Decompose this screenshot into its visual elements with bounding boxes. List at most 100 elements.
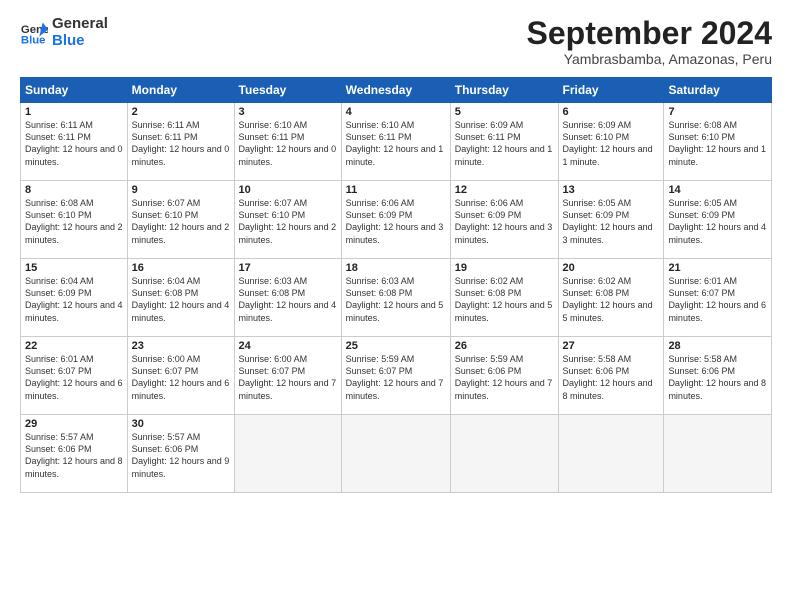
calendar-day-cell: 17 Sunrise: 6:03 AM Sunset: 6:08 PM Dayl… (234, 259, 341, 337)
calendar-day-cell: 30 Sunrise: 5:57 AM Sunset: 6:06 PM Dayl… (127, 415, 234, 493)
day-number: 6 (563, 106, 660, 118)
day-info: Sunrise: 6:11 AM Sunset: 6:11 PM Dayligh… (25, 119, 123, 168)
day-number: 30 (132, 418, 230, 430)
day-info: Sunrise: 5:58 AM Sunset: 6:06 PM Dayligh… (668, 353, 767, 402)
day-info: Sunrise: 6:06 AM Sunset: 6:09 PM Dayligh… (346, 197, 446, 246)
page: General Blue General Blue September 2024… (0, 0, 792, 612)
calendar-week-row: 15 Sunrise: 6:04 AM Sunset: 6:09 PM Dayl… (21, 259, 772, 337)
day-number: 24 (239, 340, 337, 352)
day-number: 16 (132, 262, 230, 274)
day-number: 22 (25, 340, 123, 352)
day-number: 19 (455, 262, 554, 274)
day-info: Sunrise: 6:01 AM Sunset: 6:07 PM Dayligh… (25, 353, 123, 402)
day-number: 9 (132, 184, 230, 196)
calendar-day-cell: 9 Sunrise: 6:07 AM Sunset: 6:10 PM Dayli… (127, 181, 234, 259)
day-info: Sunrise: 6:07 AM Sunset: 6:10 PM Dayligh… (239, 197, 337, 246)
day-info: Sunrise: 6:10 AM Sunset: 6:11 PM Dayligh… (239, 119, 337, 168)
day-number: 3 (239, 106, 337, 118)
day-number: 17 (239, 262, 337, 274)
calendar-table: Sunday Monday Tuesday Wednesday Thursday… (20, 77, 772, 493)
day-info: Sunrise: 5:58 AM Sunset: 6:06 PM Dayligh… (563, 353, 660, 402)
day-number: 18 (346, 262, 446, 274)
day-number: 1 (25, 106, 123, 118)
calendar-day-cell: 10 Sunrise: 6:07 AM Sunset: 6:10 PM Dayl… (234, 181, 341, 259)
day-number: 7 (668, 106, 767, 118)
col-monday: Monday (127, 78, 234, 103)
calendar-day-cell: 6 Sunrise: 6:09 AM Sunset: 6:10 PM Dayli… (558, 103, 664, 181)
calendar-day-cell: 7 Sunrise: 6:08 AM Sunset: 6:10 PM Dayli… (664, 103, 772, 181)
day-info: Sunrise: 6:02 AM Sunset: 6:08 PM Dayligh… (563, 275, 660, 324)
logo: General Blue General Blue (20, 16, 108, 49)
calendar-day-cell: 24 Sunrise: 6:00 AM Sunset: 6:07 PM Dayl… (234, 337, 341, 415)
day-number: 23 (132, 340, 230, 352)
day-info: Sunrise: 6:09 AM Sunset: 6:10 PM Dayligh… (563, 119, 660, 168)
header: General Blue General Blue September 2024… (20, 16, 772, 67)
calendar-day-cell: 19 Sunrise: 6:02 AM Sunset: 6:08 PM Dayl… (450, 259, 558, 337)
day-info: Sunrise: 6:09 AM Sunset: 6:11 PM Dayligh… (455, 119, 554, 168)
day-info: Sunrise: 6:11 AM Sunset: 6:11 PM Dayligh… (132, 119, 230, 168)
calendar-week-row: 22 Sunrise: 6:01 AM Sunset: 6:07 PM Dayl… (21, 337, 772, 415)
calendar-week-row: 8 Sunrise: 6:08 AM Sunset: 6:10 PM Dayli… (21, 181, 772, 259)
day-info: Sunrise: 5:59 AM Sunset: 6:06 PM Dayligh… (455, 353, 554, 402)
day-number: 10 (239, 184, 337, 196)
calendar-day-cell: 15 Sunrise: 6:04 AM Sunset: 6:09 PM Dayl… (21, 259, 128, 337)
calendar-day-cell: 16 Sunrise: 6:04 AM Sunset: 6:08 PM Dayl… (127, 259, 234, 337)
day-number: 26 (455, 340, 554, 352)
day-info: Sunrise: 6:03 AM Sunset: 6:08 PM Dayligh… (239, 275, 337, 324)
col-saturday: Saturday (664, 78, 772, 103)
day-info: Sunrise: 6:08 AM Sunset: 6:10 PM Dayligh… (25, 197, 123, 246)
day-info: Sunrise: 6:08 AM Sunset: 6:10 PM Dayligh… (668, 119, 767, 168)
calendar-day-cell: 20 Sunrise: 6:02 AM Sunset: 6:08 PM Dayl… (558, 259, 664, 337)
calendar-day-cell: 27 Sunrise: 5:58 AM Sunset: 6:06 PM Dayl… (558, 337, 664, 415)
month-title: September 2024 (527, 16, 772, 51)
calendar-day-cell: 12 Sunrise: 6:06 AM Sunset: 6:09 PM Dayl… (450, 181, 558, 259)
day-number: 2 (132, 106, 230, 118)
calendar-day-cell: 25 Sunrise: 5:59 AM Sunset: 6:07 PM Dayl… (341, 337, 450, 415)
col-thursday: Thursday (450, 78, 558, 103)
day-number: 8 (25, 184, 123, 196)
calendar-day-cell: 21 Sunrise: 6:01 AM Sunset: 6:07 PM Dayl… (664, 259, 772, 337)
day-info: Sunrise: 6:07 AM Sunset: 6:10 PM Dayligh… (132, 197, 230, 246)
title-block: September 2024 Yambrasbamba, Amazonas, P… (527, 16, 772, 67)
day-info: Sunrise: 5:59 AM Sunset: 6:07 PM Dayligh… (346, 353, 446, 402)
day-number: 12 (455, 184, 554, 196)
calendar-day-cell: 13 Sunrise: 6:05 AM Sunset: 6:09 PM Dayl… (558, 181, 664, 259)
day-number: 4 (346, 106, 446, 118)
day-info: Sunrise: 6:02 AM Sunset: 6:08 PM Dayligh… (455, 275, 554, 324)
day-info: Sunrise: 6:01 AM Sunset: 6:07 PM Dayligh… (668, 275, 767, 324)
calendar-day-cell: 11 Sunrise: 6:06 AM Sunset: 6:09 PM Dayl… (341, 181, 450, 259)
day-number: 11 (346, 184, 446, 196)
svg-text:Blue: Blue (21, 34, 46, 46)
day-info: Sunrise: 6:05 AM Sunset: 6:09 PM Dayligh… (563, 197, 660, 246)
calendar-day-cell: 22 Sunrise: 6:01 AM Sunset: 6:07 PM Dayl… (21, 337, 128, 415)
calendar-week-row: 1 Sunrise: 6:11 AM Sunset: 6:11 PM Dayli… (21, 103, 772, 181)
calendar-day-cell: 3 Sunrise: 6:10 AM Sunset: 6:11 PM Dayli… (234, 103, 341, 181)
col-wednesday: Wednesday (341, 78, 450, 103)
day-number: 25 (346, 340, 446, 352)
day-number: 14 (668, 184, 767, 196)
day-info: Sunrise: 6:04 AM Sunset: 6:09 PM Dayligh… (25, 275, 123, 324)
calendar-day-cell: 26 Sunrise: 5:59 AM Sunset: 6:06 PM Dayl… (450, 337, 558, 415)
day-number: 13 (563, 184, 660, 196)
subtitle: Yambrasbamba, Amazonas, Peru (527, 51, 772, 67)
day-info: Sunrise: 6:10 AM Sunset: 6:11 PM Dayligh… (346, 119, 446, 168)
calendar-day-cell: 23 Sunrise: 6:00 AM Sunset: 6:07 PM Dayl… (127, 337, 234, 415)
day-number: 29 (25, 418, 123, 430)
calendar-day-cell: 2 Sunrise: 6:11 AM Sunset: 6:11 PM Dayli… (127, 103, 234, 181)
calendar-day-cell (234, 415, 341, 493)
day-number: 5 (455, 106, 554, 118)
col-tuesday: Tuesday (234, 78, 341, 103)
day-number: 15 (25, 262, 123, 274)
day-info: Sunrise: 6:06 AM Sunset: 6:09 PM Dayligh… (455, 197, 554, 246)
calendar-week-row: 29 Sunrise: 5:57 AM Sunset: 6:06 PM Dayl… (21, 415, 772, 493)
calendar-day-cell: 18 Sunrise: 6:03 AM Sunset: 6:08 PM Dayl… (341, 259, 450, 337)
calendar-day-cell: 29 Sunrise: 5:57 AM Sunset: 6:06 PM Dayl… (21, 415, 128, 493)
calendar-day-cell (450, 415, 558, 493)
calendar-day-cell: 5 Sunrise: 6:09 AM Sunset: 6:11 PM Dayli… (450, 103, 558, 181)
day-number: 27 (563, 340, 660, 352)
calendar-day-cell: 14 Sunrise: 6:05 AM Sunset: 6:09 PM Dayl… (664, 181, 772, 259)
calendar-day-cell (558, 415, 664, 493)
day-info: Sunrise: 5:57 AM Sunset: 6:06 PM Dayligh… (132, 431, 230, 480)
calendar-day-cell: 4 Sunrise: 6:10 AM Sunset: 6:11 PM Dayli… (341, 103, 450, 181)
day-info: Sunrise: 5:57 AM Sunset: 6:06 PM Dayligh… (25, 431, 123, 480)
